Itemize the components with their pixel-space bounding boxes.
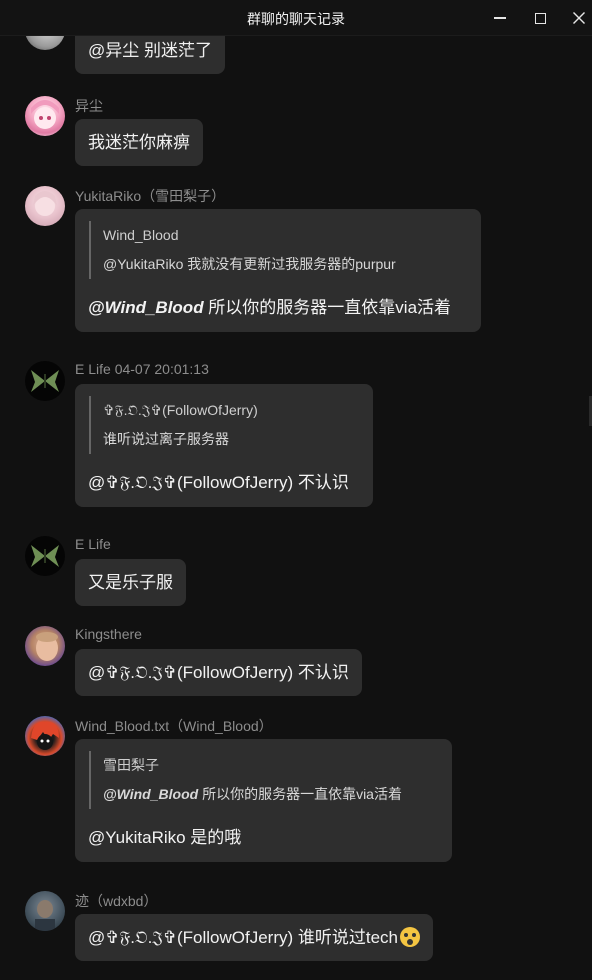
red-hair-avatar-icon: [31, 721, 59, 750]
message-bubble[interactable]: @✞𝔉.𝔒.𝔍✞(FollowOfJerry) 谁听说过tech: [75, 914, 434, 961]
mention[interactable]: @Wind_Blood: [88, 298, 204, 317]
minimize-button[interactable]: [483, 3, 517, 33]
quote-author: Wind_Blood: [103, 227, 179, 243]
avatar[interactable]: [25, 626, 65, 666]
minimize-icon: [494, 17, 506, 19]
message-bubble[interactable]: @✞𝔉.𝔒.𝔍✞(FollowOfJerry) 不认识: [75, 649, 362, 696]
title-bar: 群聊的聊天记录: [0, 0, 592, 36]
screaming-face-emoji: [400, 927, 421, 947]
quoted-message[interactable]: ✞𝔉.𝔒.𝔍✞(FollowOfJerry) 谁听说过离子服务器: [89, 396, 360, 454]
moth-icon: [31, 545, 59, 567]
quoted-message[interactable]: 雪田梨子 @Wind_Blood 所以你的服务器一直依靠via活着: [89, 751, 439, 809]
message-bubble[interactable]: ✞𝔉.𝔒.𝔍✞(FollowOfJerry) 谁听说过离子服务器 @✞𝔉.𝔒.𝔍…: [75, 384, 373, 507]
maximize-button[interactable]: [523, 3, 557, 33]
mention[interactable]: @Wind_Blood: [103, 786, 198, 802]
sender-name: Kingsthere: [75, 626, 142, 642]
photo-avatar-icon: [36, 632, 58, 661]
photo-avatar-icon: [35, 900, 55, 931]
message-list[interactable]: @异尘 别迷茫了 异尘 我迷茫你麻痹 YukitaRiko（雪田梨子） Wind…: [0, 36, 592, 980]
message-bubble[interactable]: Wind_Blood @YukitaRiko 我就没有更新过我服务器的purpu…: [75, 209, 481, 332]
moth-icon: [31, 370, 59, 392]
avatar[interactable]: [25, 716, 65, 756]
quote-text: @YukitaRiko 我就没有更新过我服务器的purpur: [103, 256, 396, 272]
avatar[interactable]: [25, 96, 65, 136]
message-text: 我迷茫你麻痹: [88, 133, 190, 152]
anime-girl-avatar-icon: [33, 191, 57, 216]
anime-girl-avatar-icon: [31, 100, 59, 129]
reply-body: 所以你的服务器一直依靠via活着: [203, 298, 452, 317]
avatar[interactable]: [25, 186, 65, 226]
sender-name: E Life 04-07 20:01:13: [75, 361, 209, 377]
message-text: @✞𝔉.𝔒.𝔍✞(FollowOfJerry) 谁听说过tech: [88, 928, 399, 947]
avatar[interactable]: [25, 361, 65, 401]
quoted-message[interactable]: Wind_Blood @YukitaRiko 我就没有更新过我服务器的purpu…: [89, 221, 468, 279]
sender-name: 异尘: [75, 98, 103, 114]
sender-name: 迹（wdxbd）: [75, 893, 158, 909]
message-text: 又是乐子服: [88, 573, 173, 592]
quote-author: 雪田梨子: [103, 757, 159, 773]
message-text: @异尘 别迷茫了: [88, 41, 212, 60]
avatar[interactable]: [25, 536, 65, 576]
quote-body-text: 所以你的服务器一直依靠via活着: [198, 786, 402, 802]
close-button[interactable]: [562, 3, 592, 33]
sender-name: Wind_Blood.txt（Wind_Blood）: [75, 718, 273, 734]
quote-author: ✞𝔉.𝔒.𝔍✞(FollowOfJerry): [103, 402, 258, 418]
avatar[interactable]: [25, 36, 65, 50]
message-bubble[interactable]: 雪田梨子 @Wind_Blood 所以你的服务器一直依靠via活着 @Yukit…: [75, 739, 452, 862]
close-icon: [573, 12, 585, 24]
avatar[interactable]: [25, 891, 65, 931]
message-bubble[interactable]: 又是乐子服: [75, 559, 186, 606]
reply-text: @Wind_Blood 所以你的服务器一直依靠via活着: [88, 296, 468, 320]
maximize-icon: [534, 12, 546, 24]
sender-name: E Life: [75, 536, 111, 552]
reply-text: @✞𝔉.𝔒.𝔍✞(FollowOfJerry) 不认识: [88, 473, 349, 492]
chat-history-window: 群聊的聊天记录 @异尘 别迷茫了 异尘 我迷茫你麻痹 YukitaRiko（雪田…: [0, 0, 592, 980]
reply-text: @YukitaRiko 是的哦: [88, 828, 242, 847]
quote-text: 谁听说过离子服务器: [103, 431, 229, 447]
sender-name: YukitaRiko（雪田梨子）: [75, 188, 226, 204]
message-bubble[interactable]: @异尘 别迷茫了: [75, 36, 225, 74]
quote-text: @Wind_Blood 所以你的服务器一直依靠via活着: [103, 780, 439, 809]
message-bubble[interactable]: 我迷茫你麻痹: [75, 119, 203, 166]
message-text: @✞𝔉.𝔒.𝔍✞(FollowOfJerry) 不认识: [88, 663, 349, 682]
